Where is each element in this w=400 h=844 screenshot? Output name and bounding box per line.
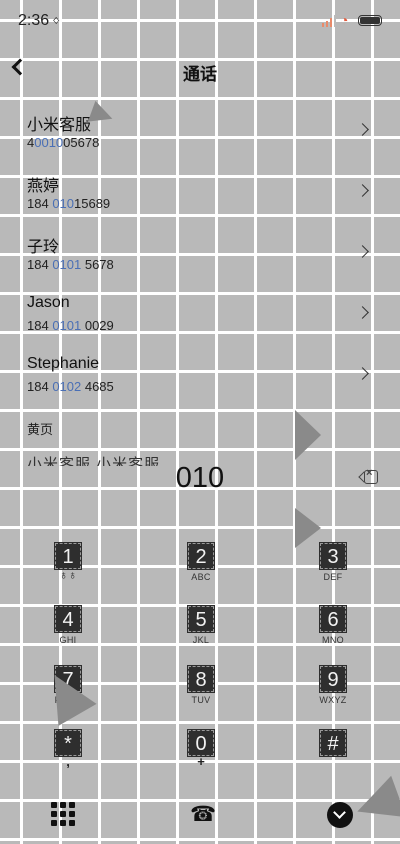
key-3[interactable]: 3 DEF xyxy=(303,542,363,593)
key-letters: , xyxy=(66,754,70,769)
contact-name: 小米客服 xyxy=(27,117,92,134)
key-4[interactable]: 4 GHI xyxy=(38,605,98,656)
contact-number: 4001005678 xyxy=(27,135,100,150)
page-title: 通话 xyxy=(183,65,217,84)
key-digit: 3 xyxy=(319,542,347,570)
contact-row[interactable]: Stephanie 184 0102 4685 xyxy=(0,355,400,411)
overlay-triangle xyxy=(349,775,400,833)
contact-name: 燕婷 xyxy=(27,178,60,195)
collapse-chevron-icon[interactable] xyxy=(327,802,353,828)
status-bar: 2:36 ᛜ ◔ xyxy=(0,0,400,44)
key-digit: 6 xyxy=(319,605,347,633)
key-star[interactable]: * , xyxy=(38,729,98,780)
contact-row[interactable]: Jason 184 0101 0029 xyxy=(0,294,400,350)
chevron-right-icon xyxy=(356,367,369,380)
contact-name: Jason xyxy=(27,294,70,311)
contact-row[interactable]: 小米客服 4001005678 xyxy=(0,111,400,167)
backspace-button[interactable]: × xyxy=(361,467,378,484)
key-letters: DEF xyxy=(323,572,343,582)
key-digit: # xyxy=(319,729,347,757)
contact-number: 184 0102 4685 xyxy=(27,379,114,394)
key-letters: ABC xyxy=(191,572,211,582)
contact-row[interactable]: 燕婷 184 01015689 xyxy=(0,172,400,228)
chevron-right-icon xyxy=(356,306,369,319)
key-digit: 4 xyxy=(54,605,82,633)
overlay-triangle xyxy=(295,410,321,460)
header: 通话 xyxy=(0,52,400,92)
key-9[interactable]: 9 WXYZ xyxy=(303,665,363,716)
key-letters: GHI xyxy=(59,635,77,645)
contact-row[interactable]: 子玲 184 0101 5678 xyxy=(0,233,400,289)
key-letters: + xyxy=(197,754,205,769)
phone-call-icon[interactable]: ☎ xyxy=(190,802,216,828)
key-2[interactable]: 2 ABC xyxy=(171,542,231,593)
key-digit: 2 xyxy=(187,542,215,570)
key-digit: * xyxy=(54,729,82,757)
voicemail-icon: ♁♁ xyxy=(59,568,77,582)
chevron-right-icon xyxy=(356,245,369,258)
key-digit: 9 xyxy=(319,665,347,693)
chevron-right-icon xyxy=(356,123,369,136)
bluetooth-icon: ᛜ xyxy=(52,13,61,29)
key-5[interactable]: 5 JKL xyxy=(171,605,231,656)
chevron-right-icon xyxy=(356,184,369,197)
wifi-icon: ◔ xyxy=(340,12,349,28)
key-letters: JKL xyxy=(192,635,210,645)
key-0[interactable]: 0 + xyxy=(171,729,231,780)
key-letters: MNO xyxy=(322,635,344,645)
status-time: 2:36 xyxy=(18,12,50,29)
key-letters: TUV xyxy=(191,695,211,705)
dialpad-grid-icon[interactable] xyxy=(51,802,77,828)
overlay-triangle xyxy=(295,508,321,548)
key-8[interactable]: 8 TUV xyxy=(171,665,231,716)
contact-name: Stephanie xyxy=(27,355,100,372)
key-6[interactable]: 6 MNO xyxy=(303,605,363,656)
key-digit: 0 xyxy=(187,729,215,757)
key-letters: WXYZ xyxy=(319,695,347,705)
contact-number: 184 0101 5678 xyxy=(27,257,114,272)
battery-icon xyxy=(358,15,382,26)
contact-name: 子玲 xyxy=(27,239,60,256)
key-digit: 8 xyxy=(187,665,215,693)
signal-icon xyxy=(322,15,336,27)
key-1[interactable]: 1 ♁♁ xyxy=(38,542,98,593)
section-label-yellow-pages: 黄页 xyxy=(27,422,54,437)
contact-number: 184 0101 0029 xyxy=(27,318,114,333)
contact-number: 184 01015689 xyxy=(27,196,111,211)
dialed-number-display: 010 xyxy=(175,462,225,494)
key-hash[interactable]: # xyxy=(303,729,363,780)
key-digit: 1 xyxy=(54,542,82,570)
key-digit: 5 xyxy=(187,605,215,633)
